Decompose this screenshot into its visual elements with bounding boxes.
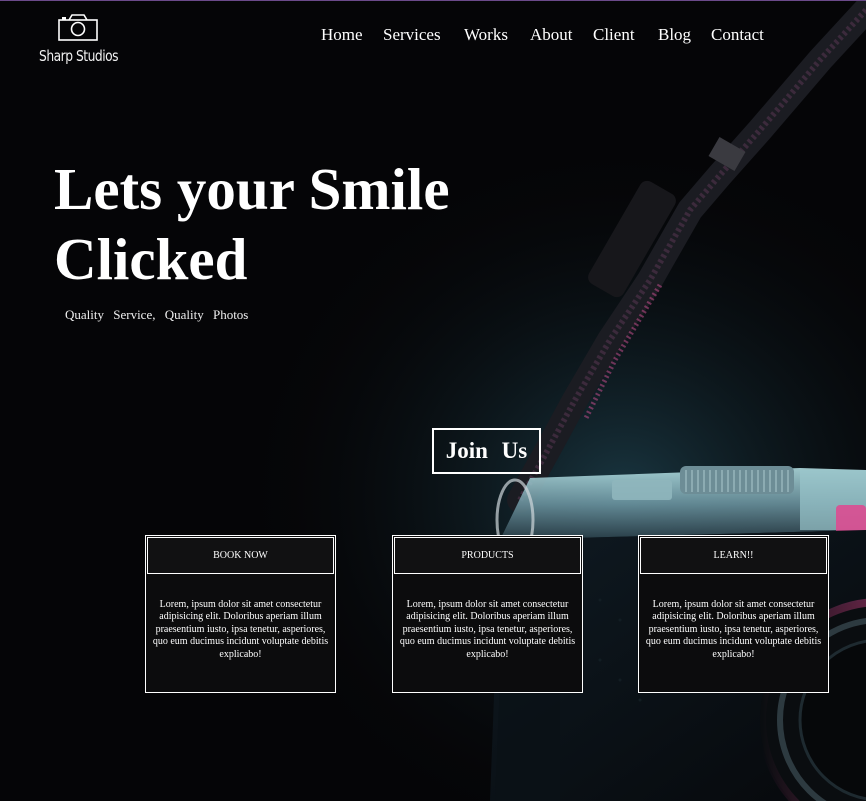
card-learn[interactable]: LEARN!! Lorem, ipsum dolor sit amet cons…	[638, 535, 829, 693]
brand-name: Sharp Studios	[39, 47, 119, 65]
hero-subtitle: Quality Service, Quality Photos	[65, 307, 249, 322]
card-text: Lorem, ipsum dolor sit amet consectetur …	[399, 599, 576, 660]
main-navigation: Home Services Works About Client Blog Co…	[0, 24, 866, 48]
nav-works-link[interactable]: Works	[464, 24, 508, 46]
nav-client-link[interactable]: Client	[593, 24, 635, 46]
card-title[interactable]: LEARN!!	[640, 537, 827, 574]
hero-title-line-2: Clicked	[54, 226, 248, 292]
nav-about-link[interactable]: About	[530, 24, 573, 46]
card-text: Lorem, ipsum dolor sit amet consectetur …	[645, 599, 822, 660]
hero-title-line-1: Lets your Smile	[54, 156, 450, 222]
landing-page: Sharp Studios Home Services Works About …	[0, 0, 866, 801]
top-border	[0, 0, 866, 1]
nav-contact-link[interactable]: Contact	[711, 24, 764, 46]
card-title[interactable]: BOOK NOW	[147, 537, 334, 574]
card-book-now[interactable]: BOOK NOW Lorem, ipsum dolor sit amet con…	[145, 535, 336, 693]
hero-title: Lets your Smile Clicked	[54, 154, 514, 294]
nav-blog-link[interactable]: Blog	[658, 24, 691, 46]
card-text: Lorem, ipsum dolor sit amet consectetur …	[152, 599, 329, 660]
nav-home-link[interactable]: Home	[321, 24, 363, 46]
card-title[interactable]: PRODUCTS	[394, 537, 581, 574]
join-us-button[interactable]: Join Us	[432, 428, 541, 474]
nav-services-link[interactable]: Services	[383, 24, 441, 46]
card-products[interactable]: PRODUCTS Lorem, ipsum dolor sit amet con…	[392, 535, 583, 693]
